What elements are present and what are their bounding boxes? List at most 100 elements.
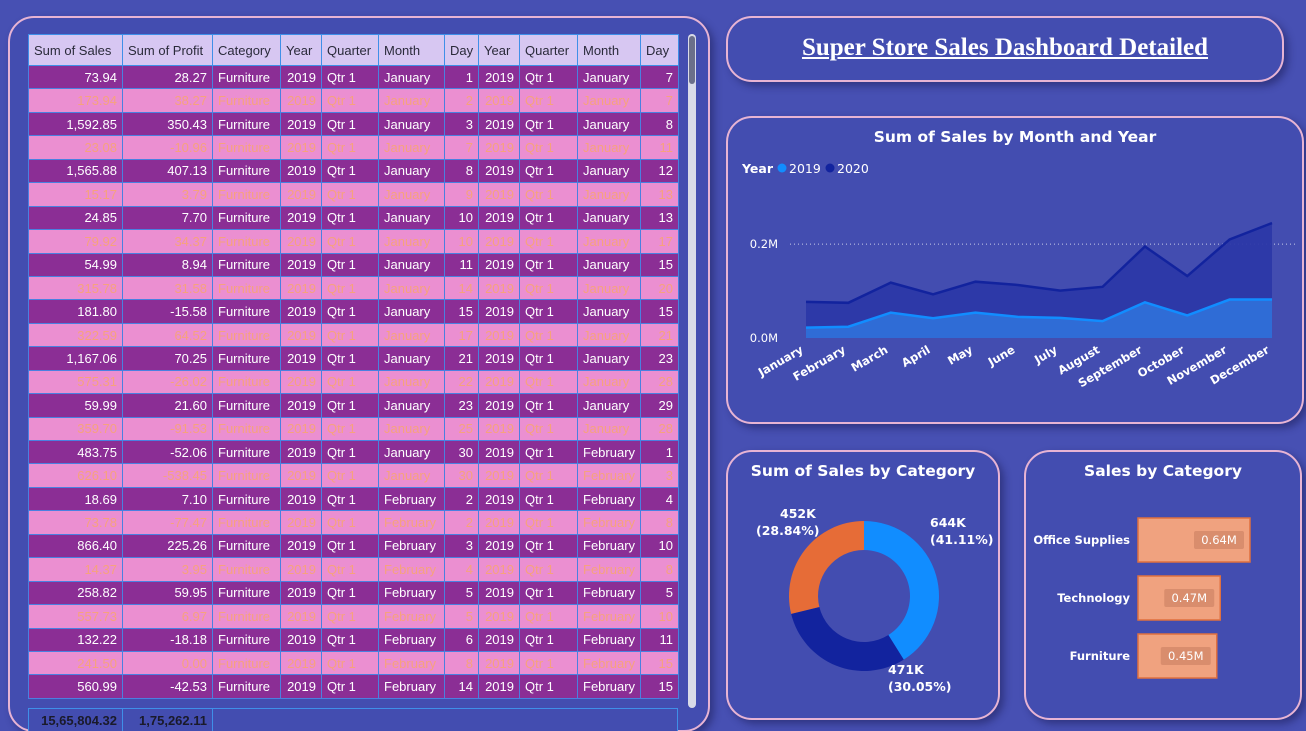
legend-item[interactable]: 2020	[837, 161, 869, 176]
table-cell: Qtr 1	[519, 299, 578, 324]
table-row[interactable]: 181.80 -15.58 Furniture 2019 Qtr 1 January 15 2…	[28, 299, 679, 324]
table-row[interactable]: 54.99 8.94 Furniture 2019 Qtr 1 January 11 2019…	[28, 252, 679, 277]
table-cell: January	[577, 322, 641, 348]
table-cell: January	[378, 393, 445, 418]
table-scrollbar-thumb[interactable]	[689, 36, 695, 84]
table-cell: 2019	[478, 275, 520, 301]
table-row[interactable]: 173.94 38.27 Furniture 2019 Qtr 1 January 2 201…	[28, 88, 679, 113]
table-cell: 6.97	[122, 604, 213, 629]
table-cell: -538.45	[122, 463, 213, 488]
table-row[interactable]: 73.78 -77.47 Furniture 2019 Qtr 1 February 2 20…	[28, 510, 679, 535]
table-cell: 2019	[280, 205, 322, 231]
table-cell: February	[577, 604, 641, 629]
table-cell: 2019	[280, 275, 322, 301]
column-header[interactable]: Quarter	[321, 34, 379, 66]
table-cell: 18.69	[28, 486, 123, 512]
table-cell: February	[577, 674, 641, 699]
table-row[interactable]: 359.70 -91.53 Furniture 2019 Qtr 1 January 25 2…	[28, 416, 679, 442]
table-cell: 13	[640, 182, 679, 207]
legend-item[interactable]: 2019	[789, 161, 821, 176]
table-cell: 14.37	[28, 557, 123, 582]
table-row[interactable]: 560.99 -42.53 Furniture 2019 Qtr 1 February 14…	[28, 674, 679, 699]
table-cell: Qtr 1	[519, 604, 578, 629]
sales-by-category-bar-chart[interactable]: Office Supplies 0.64M Technology 0.47M Furni…	[1026, 452, 1300, 718]
column-header[interactable]: Year	[478, 34, 520, 66]
table-cell: 173.94	[28, 88, 123, 113]
table-cell: January	[378, 182, 445, 207]
table-row[interactable]: 241.50 0.00 Furniture 2019 Qtr 1 February 8 201…	[28, 650, 679, 676]
column-header[interactable]: Year	[280, 34, 322, 66]
table-row[interactable]: 322.59 64.52 Furniture 2019 Qtr 1 January 17 20…	[28, 322, 679, 348]
table-cell: 10	[444, 229, 479, 254]
table-cell: 2019	[280, 580, 322, 606]
column-header[interactable]: Sum of Profit	[122, 34, 213, 66]
table-cell: 2019	[478, 135, 520, 160]
table-row[interactable]: 1,565.88 407.13 Furniture 2019 Qtr 1 January 8…	[28, 158, 679, 184]
legend-marker	[777, 163, 787, 173]
total-sales: 15,65,804.32	[29, 709, 123, 731]
table-row[interactable]: 24.85 7.70 Furniture 2019 Qtr 1 January 10 2019…	[28, 205, 679, 231]
table-row[interactable]: 866.40 225.26 Furniture 2019 Qtr 1 February 3 2…	[28, 533, 679, 559]
table-cell: -77.47	[122, 510, 213, 535]
table-row[interactable]: 315.78 31.58 Furniture 2019 Qtr 1 January 14 20…	[28, 275, 679, 301]
table-row[interactable]: 14.37 3.95 Furniture 2019 Qtr 1 February 4 2019…	[28, 557, 679, 582]
table-cell: 13	[640, 205, 679, 231]
column-header[interactable]: Quarter	[519, 34, 578, 66]
table-row[interactable]: 483.75 -52.06 Furniture 2019 Qtr 1 January 30 2…	[28, 439, 679, 465]
table-cell: 2019	[478, 439, 520, 465]
donut-label-pct: (30.05%)	[888, 679, 952, 694]
table-cell: -26.02	[122, 369, 213, 395]
table-scrollbar[interactable]	[688, 34, 696, 708]
table-cell: 15	[640, 674, 679, 699]
table-cell: Qtr 1	[519, 580, 578, 606]
x-tick-label: May	[945, 342, 975, 368]
column-header[interactable]: Day	[444, 34, 479, 66]
column-header[interactable]: Sum of Sales	[28, 34, 123, 66]
table-cell: 2019	[280, 369, 322, 395]
table-row[interactable]: 626.10 -538.45 Furniture 2019 Qtr 1 January 30…	[28, 463, 679, 488]
table-row[interactable]: 79.92 34.37 Furniture 2019 Qtr 1 January 10 201…	[28, 229, 679, 254]
table-cell: 322.59	[28, 322, 123, 348]
table-cell: Qtr 1	[519, 64, 578, 90]
table-row[interactable]: 59.99 21.60 Furniture 2019 Qtr 1 January 23 201…	[28, 393, 679, 418]
table-cell: 575.31	[28, 369, 123, 395]
table-row[interactable]: 23.08 -10.96 Furniture 2019 Qtr 1 January 7 201…	[28, 135, 679, 160]
table-cell: 2019	[478, 557, 520, 582]
bar-data-label: 0.64M	[1201, 533, 1237, 547]
sales-by-month-chart[interactable]: Year 2019 20200.2M0.0MJanuaryFebruary March…	[728, 118, 1302, 422]
table-row[interactable]: 1,167.06 70.25 Furniture 2019 Qtr 1 January 21…	[28, 346, 679, 371]
data-table-container[interactable]: Sum of Sales Sum of Profit Category Year Qua…	[28, 34, 686, 731]
column-header[interactable]: Day	[640, 34, 679, 66]
sales-by-category-donut[interactable]: 644K (41.11%) 471K (30.05%) 452K (28.84%)	[728, 452, 998, 718]
x-tick-label: June	[985, 342, 1018, 369]
table-cell: Furniture	[212, 439, 281, 465]
table-cell: 132.22	[28, 627, 123, 652]
table-row[interactable]: 258.82 59.95 Furniture 2019 Qtr 1 February 5 20…	[28, 580, 679, 606]
sales-by-month-chart-panel: Sum of Sales by Month and Year Year 2019 2…	[726, 116, 1304, 424]
table-cell: January	[378, 111, 445, 137]
table-cell: 21.60	[122, 393, 213, 418]
column-header[interactable]: Category	[212, 34, 281, 66]
donut-slice[interactable]	[864, 521, 939, 660]
table-cell: 6	[444, 627, 479, 652]
table-cell: Qtr 1	[321, 346, 379, 371]
column-header[interactable]: Month	[577, 34, 641, 66]
table-cell: February	[378, 533, 445, 559]
table-row[interactable]: 132.22 -18.18 Furniture 2019 Qtr 1 February 6 2…	[28, 627, 679, 652]
table-row[interactable]: 15.17 3.79 Furniture 2019 Qtr 1 January 9 2019 Q…	[28, 182, 679, 207]
donut-slice[interactable]	[791, 606, 904, 671]
table-row[interactable]: 18.69 7.10 Furniture 2019 Qtr 1 February 2 2019…	[28, 486, 679, 512]
table-row[interactable]: 575.31 -26.02 Furniture 2019 Qtr 1 January 22 2…	[28, 369, 679, 395]
table-cell: 15	[640, 299, 679, 324]
table-row[interactable]: 1,592.85 350.43 Furniture 2019 Qtr 1 January 3…	[28, 111, 679, 137]
table-cell: Qtr 1	[519, 627, 578, 652]
table-cell: February	[577, 650, 641, 676]
table-row[interactable]: 73.94 28.27 Furniture 2019 Qtr 1 January 1 2019…	[28, 64, 679, 90]
table-cell: 2019	[280, 393, 322, 418]
table-cell: 2019	[280, 604, 322, 629]
table-row[interactable]: 557.73 6.97 Furniture 2019 Qtr 1 February 5 201…	[28, 604, 679, 629]
table-cell: Furniture	[212, 88, 281, 113]
column-header[interactable]: Month	[378, 34, 445, 66]
table-cell: Qtr 1	[519, 88, 578, 113]
table-cell: January	[577, 158, 641, 184]
